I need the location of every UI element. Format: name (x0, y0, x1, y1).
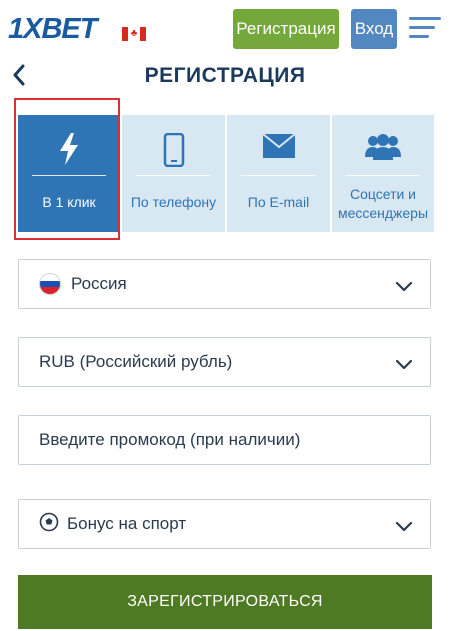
country-select[interactable]: Россия (18, 259, 431, 309)
login-button[interactable]: Вход (351, 9, 397, 49)
promo-placeholder: Введите промокод (при наличии) (39, 430, 301, 449)
chevron-down-icon (395, 517, 413, 537)
currency-value: RUB (Российский рубль) (39, 352, 233, 371)
promo-code-input[interactable]: Введите промокод (при наличии) (18, 415, 431, 465)
logo[interactable]: 1XBET (8, 13, 97, 46)
chevron-down-icon (395, 355, 413, 375)
users-icon (332, 133, 434, 166)
page-title: РЕГИСТРАЦИЯ (144, 64, 306, 87)
bonus-value: Бонус на спорт (67, 514, 187, 533)
canada-flag-icon: ♣ (122, 27, 146, 41)
phone-icon (122, 132, 225, 172)
submit-register-button[interactable]: ЗАРЕГИСТРИРОВАТЬСЯ (18, 575, 432, 629)
tab-label: По телефону (130, 194, 217, 210)
envelope-icon (227, 133, 330, 164)
tab-label: Соцсети и мессенджеры (337, 186, 429, 221)
tab-phone[interactable]: По телефону (122, 115, 225, 232)
header: 1XBET ♣ Регистрация Вход (0, 0, 450, 60)
chevron-down-icon (395, 277, 413, 297)
tab-label: По E-mail (247, 194, 310, 210)
country-value: Россия (71, 274, 127, 293)
currency-select[interactable]: RUB (Российский рубль) (18, 337, 431, 387)
tab-social[interactable]: Соцсети и мессенджеры (332, 115, 434, 232)
tab-email[interactable]: По E-mail (227, 115, 330, 232)
soccer-ball-icon (39, 512, 59, 537)
selection-highlight (14, 98, 120, 240)
menu-icon[interactable] (409, 17, 441, 41)
register-button[interactable]: Регистрация (233, 9, 339, 49)
bonus-select[interactable]: Бонус на спорт (18, 499, 431, 549)
russia-flag-icon (39, 273, 61, 295)
